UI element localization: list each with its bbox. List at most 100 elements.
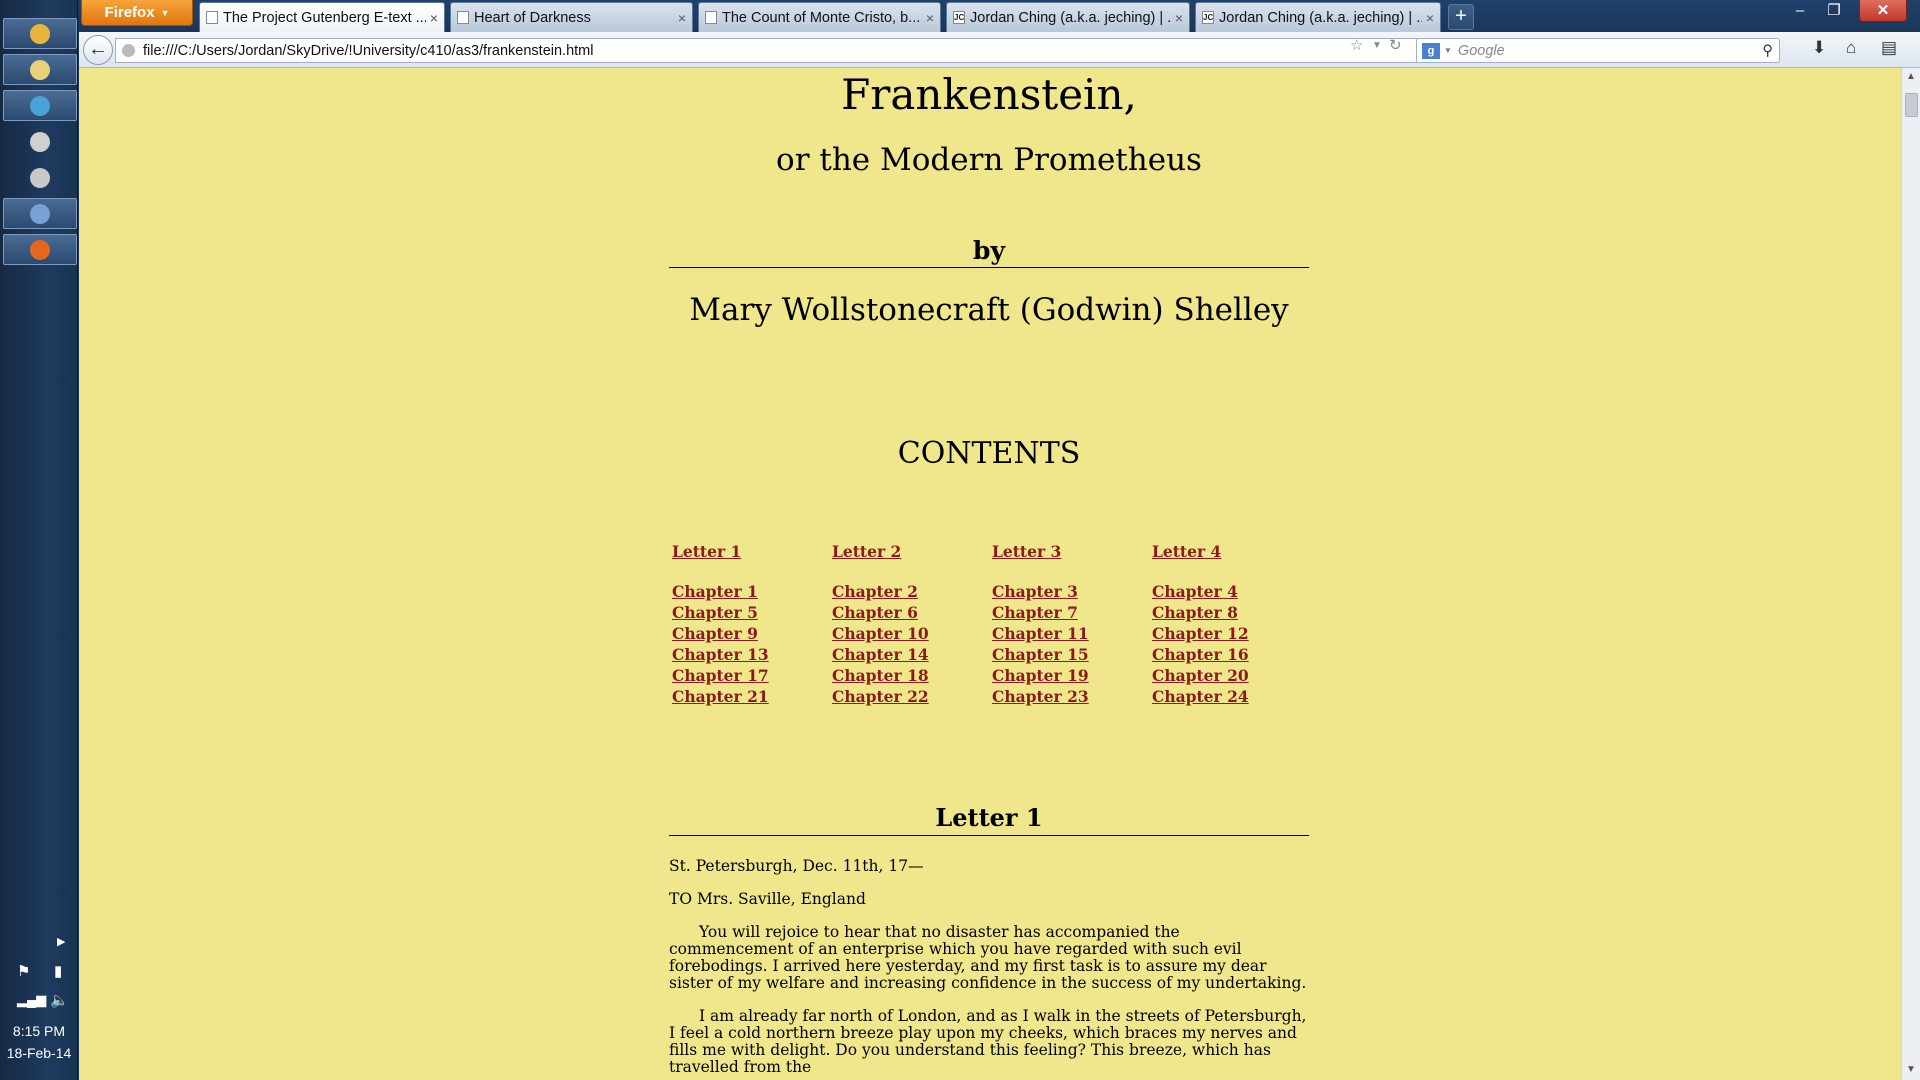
google-engine-icon[interactable]: g — [1422, 42, 1440, 59]
taskbar-app-button[interactable] — [3, 198, 77, 229]
scroll-down-arrow-icon[interactable]: ▼ — [1906, 1064, 1916, 1075]
search-icon[interactable]: ⚲ — [1762, 43, 1773, 59]
toc-chapter-link[interactable]: Chapter 12 — [1152, 624, 1249, 643]
tab-close-icon[interactable]: × — [1426, 10, 1434, 26]
tab-favicon-icon — [206, 11, 218, 24]
toc-letter-link[interactable]: Letter 4 — [1152, 542, 1221, 561]
restore-button[interactable]: ❐ — [1819, 0, 1849, 22]
letter-paragraph: I am already far north of London, and as… — [669, 1007, 1307, 1077]
toc-chapter-link[interactable]: Chapter 6 — [832, 603, 918, 622]
book-title: Frankenstein, — [841, 70, 1137, 119]
scrollbar-thumb[interactable] — [1905, 93, 1918, 117]
toc-chapter-link[interactable]: Chapter 13 — [672, 645, 769, 664]
window-close-button[interactable]: ✕ — [1859, 0, 1907, 22]
url-bar[interactable]: file:///C:/Users/Jordan/SkyDrive/!Univer… — [115, 38, 1445, 63]
tab-close-icon[interactable]: × — [678, 10, 686, 26]
clock-date[interactable]: 18-Feb-14 — [0, 1045, 78, 1061]
toc-letter-link[interactable]: Letter 2 — [832, 542, 901, 561]
toc-chapter-link[interactable]: Chapter 5 — [672, 603, 758, 622]
firefox-menu-button[interactable]: Firefox ▼ — [81, 0, 193, 26]
reload-icon[interactable]: ↻ — [1389, 36, 1402, 54]
toc-chapter-link[interactable]: Chapter 22 — [832, 687, 929, 706]
toc-chapter-link[interactable]: Chapter 21 — [672, 687, 769, 706]
browser-tab[interactable]: JC Jordan Ching (a.k.a. jeching) | ... × — [1195, 2, 1441, 32]
bookmark-star-icon[interactable]: ☆ — [1350, 36, 1363, 54]
taskbar-app-button[interactable] — [3, 18, 77, 49]
toc-chapter-link[interactable]: Chapter 11 — [992, 624, 1089, 643]
toc-chapters: Chapter 1 Chapter 2 Chapter 3 Chapter 4 Chap… — [669, 581, 1309, 707]
toc-chapter-link[interactable]: Chapter 20 — [1152, 666, 1249, 685]
toc-cell: Chapter 22 — [832, 686, 992, 707]
toc-cell: Chapter 2 — [832, 581, 992, 602]
taskbar-app-button[interactable] — [3, 162, 77, 193]
toc-chapter-link[interactable]: Chapter 3 — [992, 582, 1078, 601]
toc-cell: Chapter 21 — [672, 686, 832, 707]
toc-cell: Chapter 1 — [672, 581, 832, 602]
toc-cell: Chapter 17 — [672, 665, 832, 686]
minimize-button[interactable]: – — [1785, 0, 1815, 22]
toc-cell: Chapter 13 — [672, 644, 832, 665]
document-body: Frankenstein, or the Modern Prometheus b… — [669, 68, 1309, 1076]
letter-1-heading: Letter 1 — [669, 803, 1309, 837]
toc-chapter-link[interactable]: Chapter 7 — [992, 603, 1078, 622]
browser-tab[interactable]: The Project Gutenberg E-text ... × — [199, 2, 445, 32]
toc-cell: Letter 3 — [992, 541, 1152, 562]
downloads-icon[interactable]: ⬇ — [1812, 38, 1826, 58]
tab-close-icon[interactable]: × — [430, 10, 438, 26]
windows-taskbar: ▶ ⚑ ▮ ▂▄▆ 🔈 8:15 PM 18-Feb-14 — [0, 0, 78, 1080]
tab-close-icon[interactable]: × — [926, 10, 934, 26]
toc-chapter-link[interactable]: Chapter 17 — [672, 666, 769, 685]
book-subtitle: or the Modern Prometheus — [776, 142, 1202, 179]
search-bar[interactable]: g ▼ Google ⚲ — [1416, 38, 1780, 63]
new-tab-button[interactable]: + — [1448, 4, 1474, 30]
browser-tab[interactable]: Heart of Darkness × — [450, 2, 693, 32]
clock-time[interactable]: 8:15 PM — [0, 1023, 78, 1039]
taskbar-app-button[interactable] — [3, 90, 77, 121]
author-name: Mary Wollstonecraft (Godwin) Shelley — [689, 292, 1289, 329]
toc-chapter-link[interactable]: Chapter 15 — [992, 645, 1089, 664]
toc-chapter-link[interactable]: Chapter 23 — [992, 687, 1089, 706]
taskbar-app-button[interactable] — [3, 126, 77, 157]
volume-icon[interactable]: 🔈 — [50, 991, 69, 1009]
taskbar-app-button[interactable] — [3, 234, 77, 265]
taskbar-app-button[interactable] — [3, 54, 77, 85]
toc-chapter-link[interactable]: Chapter 14 — [832, 645, 929, 664]
toc-letter-link[interactable]: Letter 3 — [992, 542, 1061, 561]
home-icon[interactable]: ⌂ — [1846, 38, 1856, 58]
bookmarks-menu-icon[interactable]: ▤ — [1881, 38, 1897, 58]
tab-favicon-icon: JC — [953, 11, 965, 24]
toc-cell: Chapter 7 — [992, 602, 1152, 623]
toc-chapter-link[interactable]: Chapter 18 — [832, 666, 929, 685]
action-center-flag-icon[interactable]: ⚑ — [17, 962, 30, 980]
browser-tab[interactable]: The Count of Monte Cristo, b... × — [698, 2, 941, 32]
tab-favicon-icon — [705, 11, 717, 24]
toc-cell: Chapter 3 — [992, 581, 1152, 602]
toc-chapter-link[interactable]: Chapter 16 — [1152, 645, 1249, 664]
browser-tab[interactable]: JC Jordan Ching (a.k.a. jeching) | ... × — [946, 2, 1190, 32]
toc-cell: Chapter 15 — [992, 644, 1152, 665]
toc-chapter-link[interactable]: Chapter 1 — [672, 582, 758, 601]
back-button[interactable]: ← — [83, 35, 113, 65]
network-signal-icon[interactable]: ▂▄▆ — [17, 992, 46, 1008]
toc-chapter-link[interactable]: Chapter 24 — [1152, 687, 1249, 706]
toc-cell: Chapter 24 — [1152, 686, 1312, 707]
toc-letter-link[interactable]: Letter 1 — [672, 542, 741, 561]
site-identity-icon[interactable] — [122, 44, 135, 57]
toc-chapter-link[interactable]: Chapter 4 — [1152, 582, 1238, 601]
show-hidden-icons-icon[interactable]: ▶ — [57, 935, 65, 948]
battery-icon[interactable]: ▮ — [54, 962, 62, 980]
toc-cell: Letter 2 — [832, 541, 992, 562]
toc-chapter-link[interactable]: Chapter 19 — [992, 666, 1089, 685]
vertical-scrollbar[interactable]: ▲ ▼ — [1901, 68, 1920, 1080]
toc-chapter-link[interactable]: Chapter 9 — [672, 624, 758, 643]
toc-chapter-link[interactable]: Chapter 10 — [832, 624, 929, 643]
history-dropdown-icon[interactable]: ▼ — [1372, 40, 1382, 51]
search-engine-dropdown-icon[interactable]: ▼ — [1444, 46, 1452, 55]
by-label: by — [669, 236, 1309, 269]
tab-close-icon[interactable]: × — [1175, 10, 1183, 26]
letter-addressee: TO Mrs. Saville, England — [669, 890, 866, 909]
settings-icon — [30, 131, 50, 152]
toc-chapter-link[interactable]: Chapter 2 — [832, 582, 918, 601]
scroll-up-arrow-icon[interactable]: ▲ — [1906, 71, 1916, 82]
toc-chapter-link[interactable]: Chapter 8 — [1152, 603, 1238, 622]
